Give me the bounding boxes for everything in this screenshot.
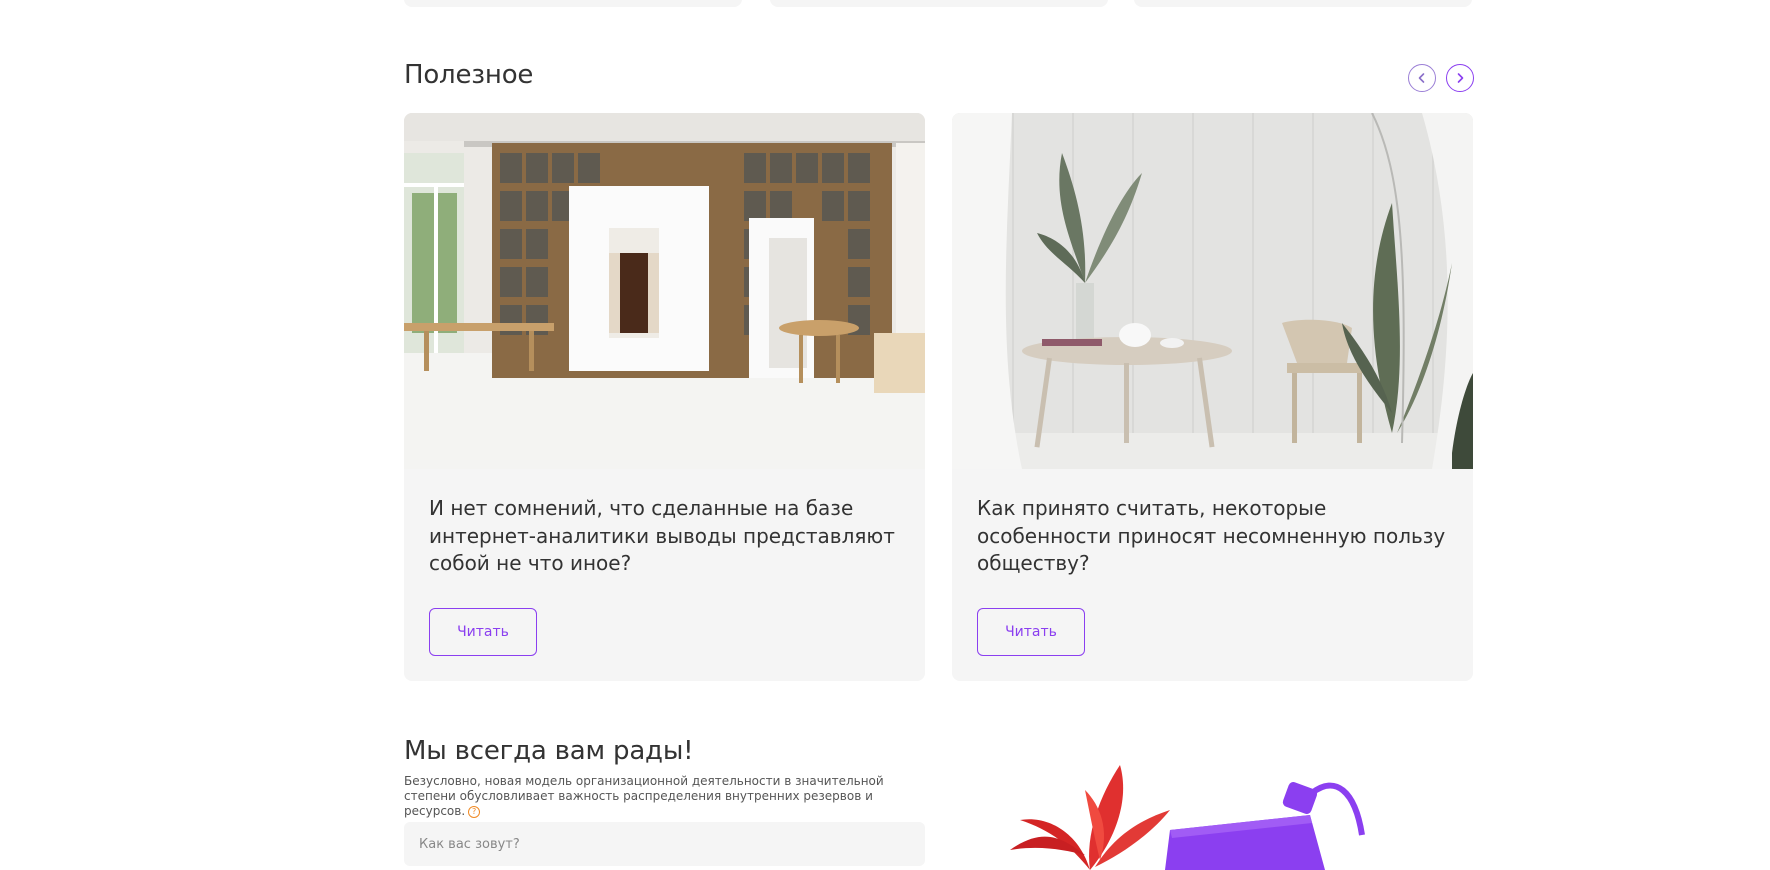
name-input[interactable] bbox=[404, 822, 925, 866]
chevron-left-icon bbox=[1418, 73, 1425, 83]
carousel-prev-button[interactable] bbox=[1408, 64, 1436, 92]
read-button[interactable]: Читать bbox=[977, 608, 1085, 656]
flower-gift-illustration bbox=[1010, 765, 1365, 870]
interior-bookshelves-photo bbox=[404, 113, 925, 469]
page: Полезное И нет сомнений, что сделанные н… bbox=[0, 0, 1770, 870]
chevron-right-icon bbox=[1457, 73, 1464, 83]
contact-section-title: Мы всегда вам рады! bbox=[404, 736, 694, 766]
white-room-table-chair-photo bbox=[952, 113, 1473, 469]
contact-subtitle: Безусловно, новая модель организационной… bbox=[404, 774, 934, 819]
article-card: И нет сомнений, что сделанные на базе ин… bbox=[404, 113, 925, 681]
carousel-next-button[interactable] bbox=[1446, 64, 1474, 92]
article-card: Как принято считать, некоторые особеннос… bbox=[952, 113, 1473, 681]
read-button[interactable]: Читать bbox=[429, 608, 537, 656]
previous-card-edge bbox=[404, 0, 742, 7]
useful-section-title: Полезное bbox=[404, 60, 534, 90]
previous-card-edge bbox=[770, 0, 1108, 7]
article-title: И нет сомнений, что сделанные на базе ин… bbox=[429, 496, 895, 575]
previous-card-edge bbox=[1134, 0, 1472, 7]
article-title: Как принято считать, некоторые особеннос… bbox=[977, 496, 1446, 575]
help-icon[interactable]: ? bbox=[468, 806, 481, 818]
